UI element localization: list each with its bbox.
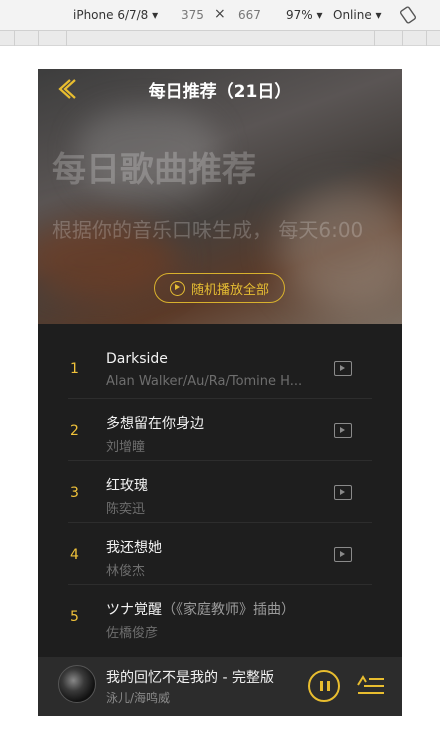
zoom-select[interactable]: 97% ▾ <box>286 8 323 22</box>
album-cover[interactable] <box>58 665 96 703</box>
song-name: 我还想她 <box>106 540 162 556</box>
song-number: 4 <box>70 547 79 563</box>
hero-banner: 每日推荐（21日） 每日歌曲推荐 根据你的音乐口味生成， 每天6:00 随机播放… <box>38 69 402 324</box>
devtools-toolbar: iPhone 6/7/8 ▾ 375 × 667 97% ▾ Online ▾ <box>0 0 440 31</box>
network-select[interactable]: Online ▾ <box>333 8 382 22</box>
list-item[interactable]: 1 Darkside Alan Walker/Au/Ra/Tomine H... <box>38 337 402 399</box>
song-number: 1 <box>70 361 79 377</box>
list-item[interactable]: 4 我还想她 林俊杰 <box>38 523 402 585</box>
song-artist: 刘增瞳 <box>106 440 146 455</box>
mv-icon[interactable] <box>334 485 352 500</box>
height-field[interactable]: 667 <box>238 8 261 22</box>
device-select[interactable]: iPhone 6/7/8 ▾ <box>73 8 158 22</box>
mini-player[interactable]: 我的回忆不是我的 - 完整版 泳儿/海鸣威 <box>38 657 402 716</box>
play-all-label: 随机播放全部 <box>190 282 269 298</box>
song-artist: 陈奕迅 <box>106 502 146 517</box>
dimension-separator: × <box>214 6 226 22</box>
song-artist: 佐橋俊彦 <box>106 626 159 641</box>
pause-button[interactable] <box>308 670 340 702</box>
list-item[interactable]: 2 多想留在你身边 刘增瞳 <box>38 399 402 461</box>
page-title: 每日推荐（21日） <box>148 82 292 102</box>
play-all-button[interactable]: 随机播放全部 <box>154 273 285 303</box>
song-artist: 林俊杰 <box>106 564 146 579</box>
hero-subtitle: 根据你的音乐口味生成， 每天6:00 <box>52 218 364 242</box>
mv-icon[interactable] <box>334 423 352 438</box>
song-name: 多想留在你身边 <box>106 416 204 432</box>
song-number: 3 <box>70 485 79 501</box>
mv-icon[interactable] <box>334 361 352 376</box>
now-playing-title: 我的回忆不是我的 - 完整版 <box>106 670 274 686</box>
song-list: 1 Darkside Alan Walker/Au/Ra/Tomine H...… <box>38 324 402 657</box>
now-playing-artist: 泳儿/海鸣威 <box>106 691 171 705</box>
width-field[interactable]: 375 <box>181 8 204 22</box>
rotate-icon[interactable] <box>399 6 417 24</box>
list-item[interactable]: 3 红玫瑰 陈奕迅 <box>38 461 402 523</box>
song-name: ツナ覚醒（《家庭教师》插曲） <box>106 602 295 618</box>
song-name: Darkside <box>106 351 168 367</box>
mv-icon[interactable] <box>334 547 352 562</box>
phone-viewport: 每日推荐（21日） 每日歌曲推荐 根据你的音乐口味生成， 每天6:00 随机播放… <box>38 69 402 716</box>
hero-title: 每日歌曲推荐 <box>52 150 256 190</box>
playlist-icon[interactable] <box>356 673 386 697</box>
play-circle-icon <box>169 280 185 296</box>
song-number: 5 <box>70 609 79 625</box>
media-query-ruler <box>0 31 440 46</box>
song-number: 2 <box>70 423 79 439</box>
song-artist: Alan Walker/Au/Ra/Tomine H... <box>106 374 303 389</box>
song-name: 红玫瑰 <box>106 478 148 494</box>
list-item[interactable]: 5 ツナ覚醒（《家庭教师》插曲） 佐橋俊彦 <box>38 585 402 647</box>
